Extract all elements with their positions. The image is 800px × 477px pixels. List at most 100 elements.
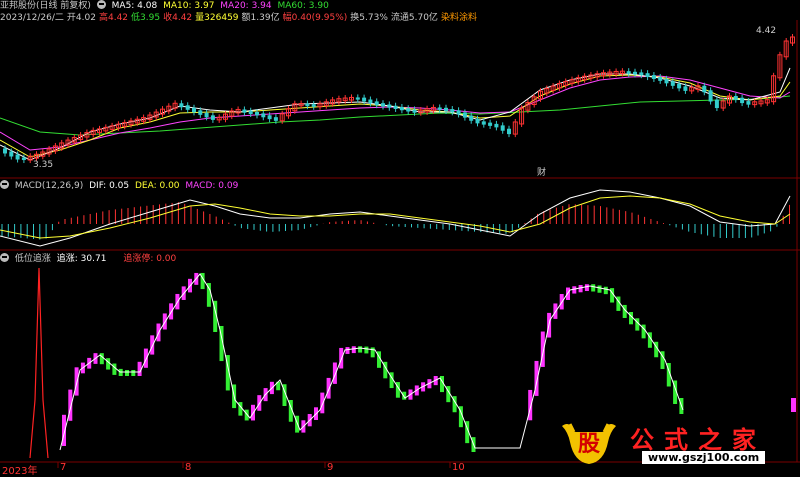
indicator-bar (358, 346, 363, 353)
brand-glyph: 股 (577, 432, 600, 457)
indicator-stop-value: 追涨停: 0.00 (123, 254, 177, 264)
spike-line (29, 267, 49, 459)
candle-body (387, 104, 392, 108)
candle-body (444, 107, 448, 112)
candle-body (746, 101, 751, 105)
candle-body (311, 104, 316, 107)
candle-body (9, 151, 14, 157)
candle-body (185, 105, 190, 110)
candle-body (670, 81, 675, 86)
candle-body (255, 112, 259, 116)
macd-title[interactable]: MACD(12,26,9) (15, 181, 83, 191)
indicator-bar (402, 391, 407, 400)
candle-body (651, 75, 656, 79)
x-label-jul: 7 (60, 462, 67, 473)
candle-body (702, 85, 707, 93)
indicator-settings-icon[interactable] (0, 253, 9, 262)
candle-body (450, 109, 455, 113)
indicator-bar (584, 284, 589, 292)
candle-body (740, 97, 745, 104)
indicator-bar (603, 286, 608, 295)
candle-body (626, 71, 631, 74)
candle-body (507, 128, 511, 135)
indicator-bar (320, 392, 325, 414)
dif-value: DIF: 0.05 (89, 181, 130, 191)
candle-body (381, 103, 385, 107)
candle-body (664, 78, 669, 84)
candle-body (399, 106, 404, 111)
indicator-bar (597, 285, 602, 293)
macd-value: MACD: 0.09 (185, 181, 239, 191)
candle-body (456, 110, 461, 115)
candle-body (494, 123, 499, 128)
candle-body (267, 115, 272, 120)
indicator-bar (112, 363, 117, 375)
candle-body (355, 97, 360, 100)
candle-body (362, 97, 367, 102)
indicator-bar (125, 370, 129, 376)
candle-body (15, 154, 20, 160)
indicator-bar (131, 370, 136, 376)
candle-body (21, 157, 26, 161)
macd-header: MACD(12,26,9) DIF: 0.05 DEA: 0.00 MACD: … (0, 180, 241, 192)
macd-settings-icon[interactable] (0, 180, 9, 189)
brand-url[interactable]: www.gszj100.com (642, 451, 766, 464)
candle-body (412, 109, 417, 113)
ma10-line (0, 74, 791, 158)
candle-body (242, 109, 247, 113)
candle-body (645, 73, 650, 78)
candle-body (3, 148, 7, 154)
candle-body (481, 121, 486, 125)
candle-body (462, 112, 467, 118)
watermark-logo: 股 公式之家 www.gszj100.com (560, 418, 795, 466)
indicator-title[interactable]: 低位追涨 (15, 254, 51, 264)
indicator-bar (150, 335, 155, 355)
event-marker[interactable]: 财 (537, 165, 546, 178)
indicator-bar (143, 348, 148, 368)
x-label-year: 2023年 (2, 466, 38, 477)
indicator-bar (106, 358, 111, 370)
candle-body (683, 86, 688, 91)
indicator-bar (791, 398, 796, 412)
indicator-bar (364, 346, 369, 354)
candle-body (374, 101, 379, 106)
candle-body (273, 117, 278, 121)
candle-body (393, 105, 398, 109)
price-chart[interactable] (0, 34, 795, 164)
candle-body (488, 122, 493, 126)
x-label-sep: 9 (327, 462, 334, 473)
candle-body (261, 113, 266, 118)
candle-body (469, 115, 474, 121)
indicator-value: 追涨: 30.71 (56, 254, 107, 264)
candle-body (179, 103, 184, 108)
candle-body (198, 110, 203, 115)
indicator-bar (74, 367, 79, 396)
indicator-bar (629, 312, 633, 325)
macd-chart[interactable] (0, 189, 797, 247)
indicator-bar (332, 362, 337, 384)
indicator-bar (351, 346, 356, 354)
price-high-label: 4.42 (756, 26, 777, 36)
candle-body (500, 125, 505, 131)
price-low-label: 3.35 (33, 160, 54, 170)
candle-body (633, 71, 637, 75)
candlesticks (3, 34, 795, 164)
candle-body (437, 107, 442, 110)
indicator-bar (345, 347, 350, 354)
candle-body (708, 90, 713, 102)
candle-body (192, 107, 196, 113)
candle-body (475, 118, 480, 124)
dea-value: DEA: 0.00 (134, 181, 180, 191)
candle-body (677, 83, 682, 89)
candle-body (305, 103, 310, 107)
x-label-oct: 10 (452, 462, 465, 473)
candle-body (406, 108, 411, 112)
indicator-bar (326, 377, 331, 399)
indicator-bar (591, 284, 596, 292)
x-label-aug: 8 (185, 462, 192, 473)
candle-body (733, 95, 738, 100)
indicator-header: 低位追涨 追涨: 30.71 追涨停: 0.00 (0, 253, 179, 265)
candle-body (714, 99, 719, 109)
candle-body (368, 99, 373, 104)
candle-body (639, 72, 644, 76)
